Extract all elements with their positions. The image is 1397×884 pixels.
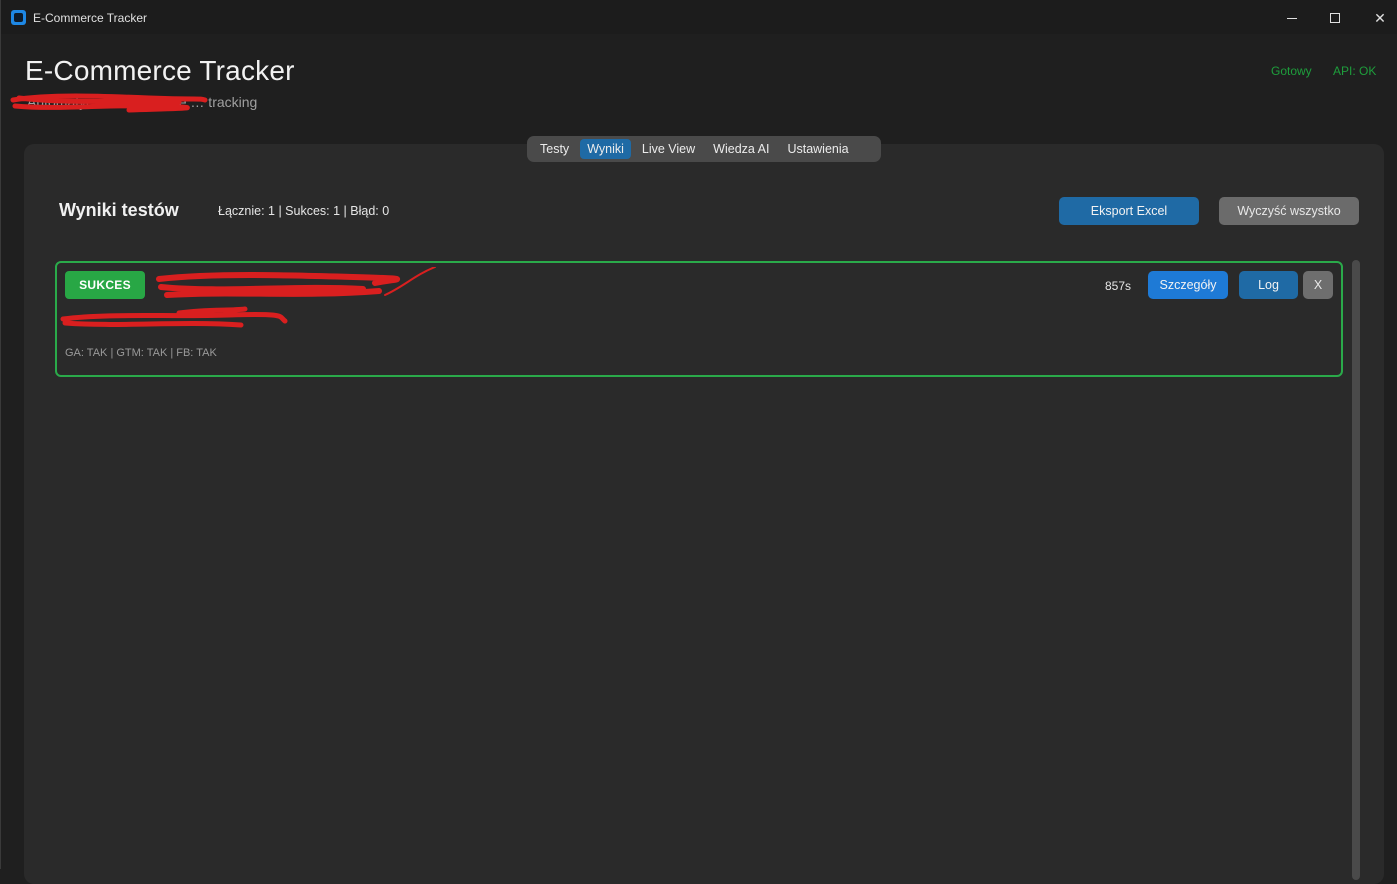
result-meta: GA: TAK | GTM: TAK | FB: TAK: [65, 347, 217, 359]
app-window: E-Commerce Tracker ✕ E-Commerce Tracker …: [0, 0, 1397, 884]
main-panel: [24, 144, 1384, 884]
maximize-button[interactable]: [1320, 6, 1350, 30]
tab-ustawienia[interactable]: Ustawienia: [780, 139, 855, 159]
results-summary: Łącznie: 1 | Sukces: 1 | Błąd: 0: [218, 204, 390, 218]
status-badge: SUKCES: [65, 271, 145, 299]
minimize-button[interactable]: [1277, 6, 1307, 30]
tab-live-view[interactable]: Live View: [635, 139, 702, 159]
tab-wiedza-ai[interactable]: Wiedza AI: [706, 139, 776, 159]
result-card: SUKCES GA: TAK | GTM: TAK | FB: TAK 857s…: [55, 261, 1343, 377]
result-duration: 857s: [1105, 279, 1132, 293]
clear-all-button[interactable]: Wyczyść wszystko: [1219, 197, 1359, 225]
tab-testy[interactable]: Testy: [533, 139, 576, 159]
status-api: API: OK: [1333, 64, 1377, 78]
log-button[interactable]: Log: [1239, 271, 1298, 299]
tab-bar: Testy Wyniki Live View Wiedza AI Ustawie…: [527, 136, 881, 162]
maximize-icon: [1330, 13, 1340, 23]
app-subtitle: Automatyczne testowanie … tracking: [27, 94, 258, 110]
redaction-scribble: [156, 267, 436, 298]
details-button[interactable]: Szczegóły: [1148, 271, 1228, 299]
status-ready: Gotowy: [1271, 64, 1312, 78]
close-button[interactable]: ✕: [1365, 6, 1395, 30]
close-icon: ✕: [1374, 9, 1386, 26]
results-scrollbar[interactable]: [1352, 260, 1360, 880]
window-title: E-Commerce Tracker: [33, 11, 148, 25]
title-bar[interactable]: E-Commerce Tracker ✕: [1, 0, 1397, 34]
redaction-scribble: [60, 306, 288, 328]
minimize-icon: [1287, 17, 1297, 19]
app-title: E-Commerce Tracker: [25, 55, 295, 86]
remove-result-button[interactable]: X: [1303, 271, 1333, 299]
results-title: Wyniki testów: [59, 200, 179, 220]
tab-wyniki[interactable]: Wyniki: [580, 139, 631, 159]
app-icon: [11, 10, 26, 25]
export-excel-button[interactable]: Eksport Excel: [1059, 197, 1199, 225]
